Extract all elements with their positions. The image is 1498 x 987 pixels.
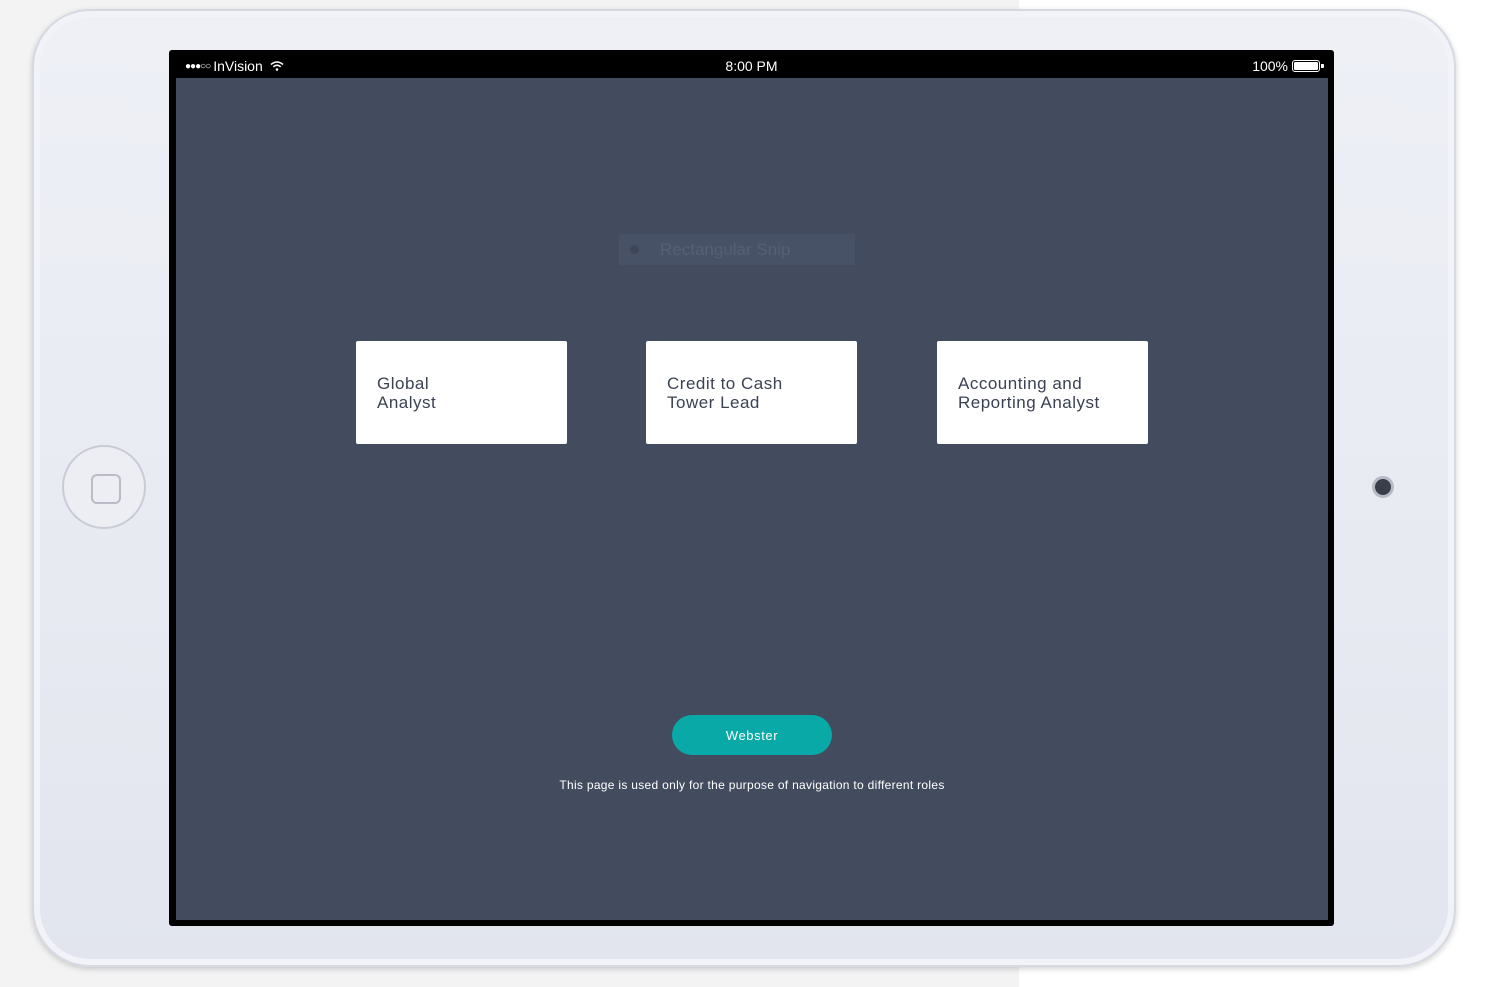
webster-button[interactable]: Webster bbox=[672, 715, 832, 755]
battery-tip bbox=[1321, 64, 1324, 68]
battery-percent: 100% bbox=[1252, 58, 1288, 74]
role-card-global-analyst[interactable]: Global Analyst bbox=[356, 341, 567, 444]
role-card-accounting-and-reporting-analyst[interactable]: Accounting and Reporting Analyst bbox=[937, 341, 1148, 444]
snip-overlay: Rectangular Snip bbox=[619, 234, 855, 265]
battery-fill bbox=[1294, 62, 1318, 70]
canvas: ●●●○○ InVision 8:00 PM 100% Rectangular … bbox=[0, 0, 1498, 987]
battery-icon bbox=[1292, 60, 1324, 72]
home-square-icon bbox=[91, 474, 121, 504]
snip-dot-icon bbox=[630, 245, 639, 254]
navigation-note: This page is used only for the purpose o… bbox=[559, 778, 945, 792]
home-button[interactable] bbox=[62, 445, 146, 529]
app-screen: Rectangular Snip Global Analyst Credit t… bbox=[176, 78, 1328, 920]
role-card-credit-to-cash-tower-lead[interactable]: Credit to Cash Tower Lead bbox=[646, 341, 857, 444]
snip-label: Rectangular Snip bbox=[660, 239, 791, 259]
front-camera bbox=[1372, 476, 1394, 498]
status-bar: ●●●○○ InVision 8:00 PM 100% bbox=[169, 50, 1334, 78]
status-time: 8:00 PM bbox=[725, 58, 778, 74]
role-card-label: Global Analyst bbox=[377, 374, 437, 412]
role-card-label: Accounting and Reporting Analyst bbox=[958, 374, 1100, 412]
status-right: 100% bbox=[1252, 58, 1324, 74]
role-card-label: Credit to Cash Tower Lead bbox=[667, 374, 783, 412]
